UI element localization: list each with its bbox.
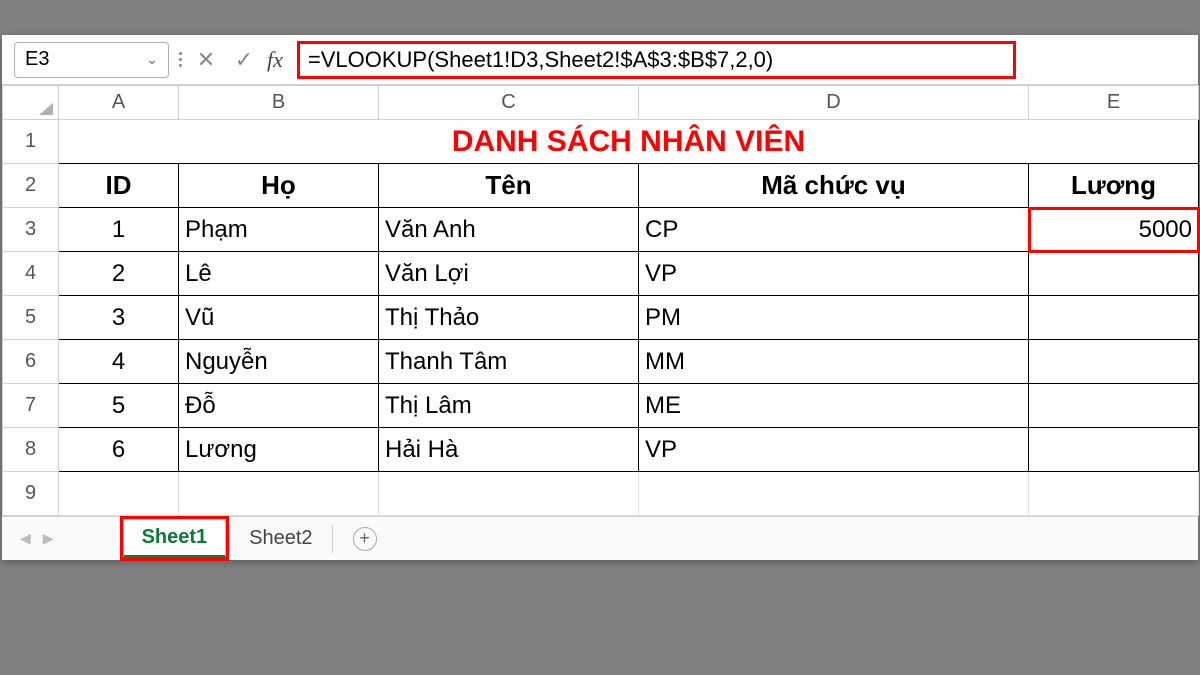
cell-ten[interactable]: Văn Lợi	[379, 252, 639, 296]
fx-icon[interactable]: fx	[267, 47, 283, 73]
cell-ma[interactable]: MM	[639, 340, 1029, 384]
cell-luong-selected[interactable]: 5000	[1029, 208, 1199, 252]
tab-separator	[332, 525, 333, 553]
cell-ho[interactable]: Đỗ	[179, 384, 379, 428]
row-header[interactable]: 6	[3, 340, 59, 384]
tab-nav-prev-icon[interactable]: ◀	[14, 530, 37, 547]
header-id[interactable]: ID	[59, 164, 179, 208]
cell-id[interactable]: 1	[59, 208, 179, 252]
cell-ho[interactable]: Lê	[179, 252, 379, 296]
cell-ho[interactable]: Lương	[179, 428, 379, 472]
empty-row: 9	[3, 472, 1199, 516]
header-ma[interactable]: Mã chức vụ	[639, 164, 1029, 208]
select-all-corner[interactable]	[3, 86, 59, 120]
cell-id[interactable]: 6	[59, 428, 179, 472]
cell-luong[interactable]	[1029, 296, 1199, 340]
column-header-row: A B C D E	[3, 86, 1199, 120]
sheet-tab-bar: ◀ ▶ Sheet1 Sheet2 +	[2, 516, 1198, 560]
row-header[interactable]: 4	[3, 252, 59, 296]
sheet-tab-active[interactable]: Sheet1	[123, 519, 227, 558]
cell-ma[interactable]: VP	[639, 252, 1029, 296]
tab-nav-next-icon[interactable]: ▶	[37, 530, 60, 547]
table-row: 3 1 Phạm Văn Anh CP 5000	[3, 208, 1199, 252]
table-header-row: 2 ID Họ Tên Mã chức vụ Lương	[3, 164, 1199, 208]
sheet-tab[interactable]: Sheet2	[230, 520, 331, 557]
col-header-e[interactable]: E	[1029, 86, 1199, 120]
table-row: 7 5 Đỗ Thị Lâm ME	[3, 384, 1199, 428]
header-ten[interactable]: Tên	[379, 164, 639, 208]
formula-input-highlight: =VLOOKUP(Sheet1!D3,Sheet2!$A$3:$B$7,2,0)	[297, 41, 1016, 79]
name-box-value: E3	[25, 48, 49, 71]
spreadsheet-app: E3 ⌄ ✕ ✓ fx =VLOOKUP(Sheet1!D3,Sheet2!$A…	[2, 35, 1198, 560]
cell-ten[interactable]: Thị Lâm	[379, 384, 639, 428]
header-ho[interactable]: Họ	[179, 164, 379, 208]
row-header[interactable]: 3	[3, 208, 59, 252]
empty-cell[interactable]	[379, 472, 639, 516]
table-row: 4 2 Lê Văn Lợi VP	[3, 252, 1199, 296]
empty-cell[interactable]	[179, 472, 379, 516]
row-header[interactable]: 8	[3, 428, 59, 472]
active-tab-highlight: Sheet1	[120, 516, 230, 561]
cell-luong[interactable]	[1029, 252, 1199, 296]
cell-ma[interactable]: ME	[639, 384, 1029, 428]
cell-luong[interactable]	[1029, 340, 1199, 384]
row-header[interactable]: 9	[3, 472, 59, 516]
empty-cell[interactable]	[59, 472, 179, 516]
cell-ho[interactable]: Phạm	[179, 208, 379, 252]
cell-id[interactable]: 4	[59, 340, 179, 384]
table-row: 6 4 Nguyễn Thanh Tâm MM	[3, 340, 1199, 384]
cell-ten[interactable]: Thị Thảo	[379, 296, 639, 340]
accept-formula-icon[interactable]: ✓	[229, 47, 259, 73]
title-row: 1 DANH SÁCH NHÂN VIÊN	[3, 120, 1199, 164]
formula-bar: E3 ⌄ ✕ ✓ fx =VLOOKUP(Sheet1!D3,Sheet2!$A…	[2, 35, 1198, 85]
cell-id[interactable]: 3	[59, 296, 179, 340]
cell-ma[interactable]: PM	[639, 296, 1029, 340]
col-header-d[interactable]: D	[639, 86, 1029, 120]
cell-ma[interactable]: CP	[639, 208, 1029, 252]
cell-luong[interactable]	[1029, 384, 1199, 428]
row-header[interactable]: 5	[3, 296, 59, 340]
header-luong[interactable]: Lương	[1029, 164, 1199, 208]
cell-ho[interactable]: Nguyễn	[179, 340, 379, 384]
formula-input[interactable]: =VLOOKUP(Sheet1!D3,Sheet2!$A$3:$B$7,2,0)	[308, 47, 773, 73]
table-row: 8 6 Lương Hải Hà VP	[3, 428, 1199, 472]
col-header-c[interactable]: C	[379, 86, 639, 120]
separator-dots	[177, 52, 183, 67]
spreadsheet-grid[interactable]: A B C D E 1 DANH SÁCH NHÂN VIÊN 2 ID Họ …	[2, 85, 1199, 516]
cell-ten[interactable]: Văn Anh	[379, 208, 639, 252]
cancel-formula-icon[interactable]: ✕	[191, 47, 221, 73]
row-header[interactable]: 2	[3, 164, 59, 208]
cell-ten[interactable]: Hải Hà	[379, 428, 639, 472]
cell-id[interactable]: 2	[59, 252, 179, 296]
name-box[interactable]: E3 ⌄	[14, 42, 169, 78]
row-header[interactable]: 7	[3, 384, 59, 428]
cell-id[interactable]: 5	[59, 384, 179, 428]
col-header-b[interactable]: B	[179, 86, 379, 120]
cell-ten[interactable]: Thanh Tâm	[379, 340, 639, 384]
cell-luong[interactable]	[1029, 428, 1199, 472]
title-cell[interactable]: DANH SÁCH NHÂN VIÊN	[59, 120, 1199, 164]
chevron-down-icon[interactable]: ⌄	[146, 51, 158, 68]
row-header[interactable]: 1	[3, 120, 59, 164]
cell-ma[interactable]: VP	[639, 428, 1029, 472]
cell-ho[interactable]: Vũ	[179, 296, 379, 340]
empty-cell[interactable]	[1029, 472, 1199, 516]
col-header-a[interactable]: A	[59, 86, 179, 120]
add-sheet-icon[interactable]: +	[353, 527, 377, 551]
table-row: 5 3 Vũ Thị Thảo PM	[3, 296, 1199, 340]
empty-cell[interactable]	[639, 472, 1029, 516]
